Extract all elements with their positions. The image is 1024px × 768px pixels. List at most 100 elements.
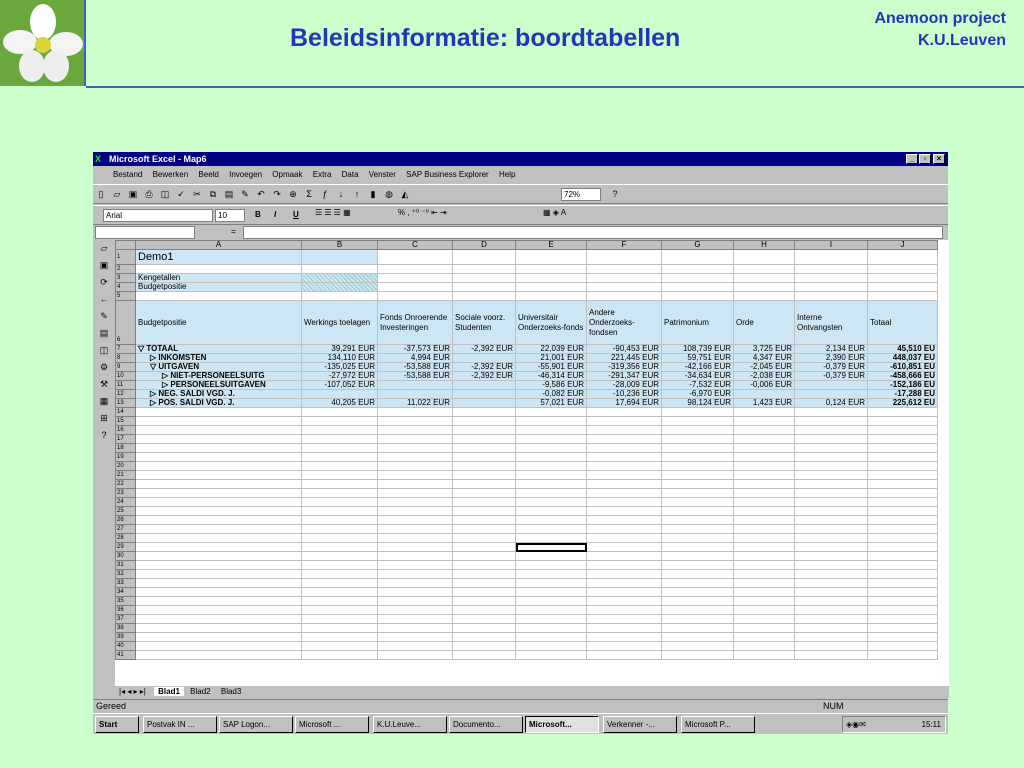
empty-cell[interactable] — [515, 533, 587, 543]
value-cell[interactable]: 0,124 EUR — [794, 398, 868, 408]
value-cell[interactable]: -135,025 EUR — [301, 362, 378, 372]
empty-cell[interactable] — [135, 650, 302, 660]
empty-cell[interactable] — [377, 551, 453, 561]
value-cell[interactable]: -0,379 EUR — [794, 371, 868, 381]
empty-cell[interactable] — [867, 632, 938, 642]
empty-cell[interactable] — [515, 497, 587, 507]
empty-cell[interactable] — [733, 551, 795, 561]
empty-cell[interactable] — [452, 506, 516, 516]
empty-cell[interactable] — [515, 515, 587, 525]
row-header[interactable]: 40 — [115, 641, 136, 651]
col-header[interactable]: H — [733, 240, 795, 250]
tools-icon[interactable]: ⚙ — [96, 362, 112, 376]
empty-cell[interactable] — [733, 461, 795, 471]
row-header[interactable]: 38 — [115, 623, 136, 633]
empty-cell[interactable] — [867, 506, 938, 516]
empty-cell[interactable] — [135, 533, 302, 543]
empty-cell[interactable] — [733, 596, 795, 606]
header-cell[interactable]: Orde — [733, 300, 795, 345]
value-cell[interactable]: -53,588 EUR — [377, 362, 453, 372]
empty-cell[interactable] — [794, 488, 868, 498]
empty-cell[interactable] — [733, 542, 795, 552]
underline-button[interactable]: U — [293, 210, 299, 219]
empty-cell[interactable] — [661, 641, 734, 651]
empty-cell[interactable] — [586, 434, 662, 444]
empty-cell[interactable] — [377, 452, 453, 462]
empty-cell[interactable] — [661, 533, 734, 543]
empty-cell[interactable] — [733, 569, 795, 579]
empty-cell[interactable] — [452, 425, 516, 435]
empty-cell[interactable] — [452, 551, 516, 561]
empty-cell[interactable] — [377, 425, 453, 435]
value-cell[interactable] — [377, 380, 453, 390]
empty-cell[interactable] — [586, 416, 662, 426]
empty-cell[interactable] — [377, 479, 453, 489]
open-query-icon[interactable]: ▱ — [96, 243, 112, 257]
empty-cell[interactable] — [586, 632, 662, 642]
empty-cell[interactable] — [794, 623, 868, 633]
empty-cell[interactable] — [867, 578, 938, 588]
value-cell[interactable]: 59,751 EUR — [661, 353, 734, 363]
empty-cell[interactable] — [301, 425, 378, 435]
format-painter-icon[interactable]: ✎ — [238, 187, 252, 201]
empty-cell[interactable] — [867, 479, 938, 489]
formula-input[interactable] — [243, 226, 943, 239]
row-header[interactable]: 14 — [115, 407, 136, 417]
empty-cell[interactable] — [452, 443, 516, 453]
empty-cell[interactable] — [135, 623, 302, 633]
row-label[interactable]: ▷ NEG. SALDI VGD. J. — [135, 389, 302, 399]
empty-cell[interactable] — [301, 497, 378, 507]
value-cell[interactable] — [452, 398, 516, 408]
value-cell[interactable]: -458,666 EU — [867, 371, 938, 381]
empty-cell[interactable] — [377, 470, 453, 480]
empty-cell[interactable] — [452, 623, 516, 633]
col-header[interactable]: G — [661, 240, 734, 250]
empty-cell[interactable] — [661, 569, 734, 579]
empty-cell[interactable] — [733, 416, 795, 426]
empty-cell[interactable] — [586, 425, 662, 435]
empty-cell[interactable] — [515, 650, 587, 660]
empty-cell[interactable] — [867, 542, 938, 552]
empty-cell[interactable] — [867, 524, 938, 534]
value-cell[interactable]: -34,634 EUR — [661, 371, 734, 381]
col-header[interactable]: E — [515, 240, 587, 250]
back-icon[interactable]: ← — [96, 294, 112, 308]
empty-cell[interactable] — [515, 641, 587, 651]
empty-cell[interactable] — [733, 623, 795, 633]
empty-cell[interactable] — [661, 605, 734, 615]
value-cell[interactable] — [301, 389, 378, 399]
empty-cell[interactable] — [135, 614, 302, 624]
report-title-cell[interactable]: Demo1 — [135, 249, 302, 265]
empty-cell[interactable] — [867, 614, 938, 624]
empty-cell[interactable] — [733, 578, 795, 588]
value-cell[interactable]: 2,134 EUR — [794, 344, 868, 354]
value-cell[interactable]: -0,379 EUR — [794, 362, 868, 372]
empty-cell[interactable] — [586, 641, 662, 651]
save-query-icon[interactable]: ▣ — [96, 260, 112, 274]
refresh-icon[interactable]: ⟳ — [96, 277, 112, 291]
value-cell[interactable]: 21,001 EUR — [515, 353, 587, 363]
empty-cell[interactable] — [452, 515, 516, 525]
empty-cell[interactable] — [452, 650, 516, 660]
empty-cell[interactable] — [794, 506, 868, 516]
empty-cell[interactable] — [794, 416, 868, 426]
menu-bestand[interactable]: Bestand — [113, 170, 142, 179]
value-cell[interactable]: -9,586 EUR — [515, 380, 587, 390]
empty-cell[interactable] — [135, 461, 302, 471]
empty-cell[interactable] — [586, 560, 662, 570]
value-cell[interactable]: -27,972 EUR — [301, 371, 378, 381]
menu-data[interactable]: Data — [342, 170, 359, 179]
italic-button[interactable]: I — [274, 210, 276, 219]
empty-cell[interactable] — [586, 443, 662, 453]
empty-cell[interactable] — [515, 632, 587, 642]
empty-cell[interactable] — [135, 560, 302, 570]
empty-cell[interactable] — [794, 533, 868, 543]
task-item-active[interactable]: Microsoft... — [525, 716, 599, 733]
empty-cell[interactable] — [794, 650, 868, 660]
row-header[interactable]: 36 — [115, 605, 136, 615]
empty-cell[interactable] — [586, 488, 662, 498]
empty-cell[interactable] — [586, 542, 662, 552]
empty-cell[interactable] — [452, 533, 516, 543]
empty-cell[interactable] — [794, 479, 868, 489]
menu-opmaak[interactable]: Opmaak — [272, 170, 302, 179]
